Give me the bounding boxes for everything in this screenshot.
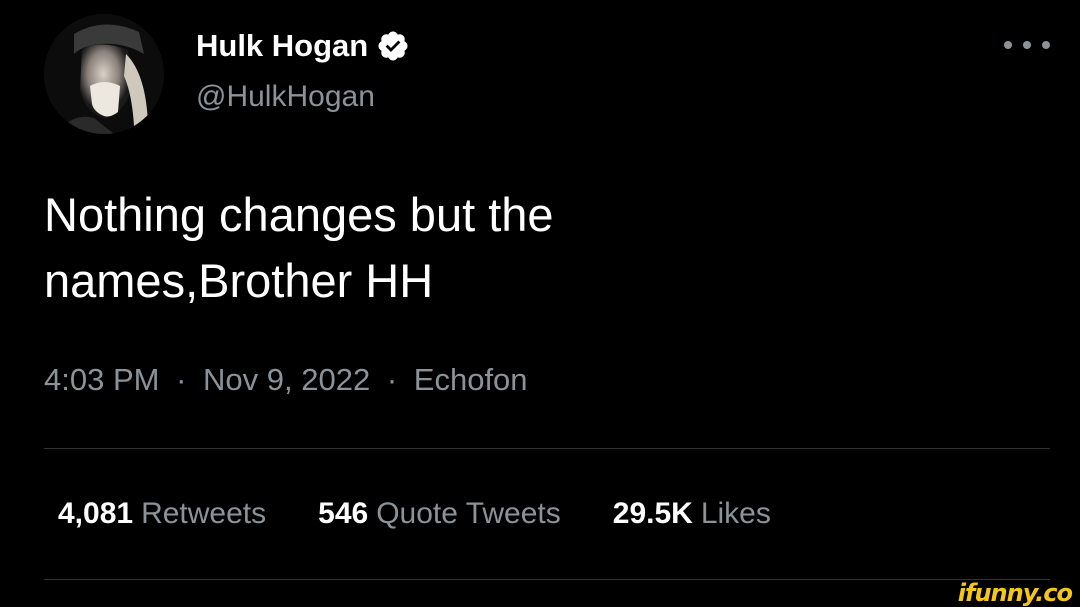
more-dot [1023, 41, 1031, 49]
separator: · [176, 362, 187, 397]
divider [44, 579, 1050, 580]
author-display-name[interactable]: Hulk Hogan [196, 28, 368, 64]
more-dot [1042, 41, 1050, 49]
author-display-name-row[interactable]: Hulk Hogan [196, 28, 410, 64]
likes-label: Likes [700, 497, 771, 530]
quote-tweets-label: Quote Tweets [376, 497, 561, 530]
separator: · [386, 362, 398, 397]
divider [44, 448, 1050, 449]
tweet-date[interactable]: Nov 9, 2022 [203, 362, 370, 397]
more-dot [1004, 41, 1012, 49]
engagement-stats: 4,081 Retweets 546 Quote Tweets 29.5K Likes [58, 494, 823, 534]
tweet-metadata: 4:03 PM · Nov 9, 2022 · Echofon [44, 360, 528, 400]
likes-stat[interactable]: 29.5K Likes [613, 494, 771, 534]
retweets-count: 4,081 [58, 497, 134, 530]
avatar-photo-icon [44, 14, 164, 134]
more-options-icon[interactable] [1004, 30, 1050, 60]
verified-badge-icon [376, 29, 410, 63]
retweets-label: Retweets [141, 497, 267, 530]
tweet-card: Hulk Hogan @HulkHogan Nothing changes bu… [0, 0, 1080, 607]
watermark-logo: ifunny.co [957, 579, 1073, 607]
author-handle[interactable]: @HulkHogan [196, 79, 375, 115]
tweet-time[interactable]: 4:03 PM [44, 362, 159, 397]
likes-count: 29.5K [612, 497, 693, 530]
avatar[interactable] [44, 14, 164, 134]
retweets-stat[interactable]: 4,081 Retweets [58, 494, 266, 534]
quote-tweets-count: 546 [318, 497, 369, 530]
tweet-text: Nothing changes but the names,Brother HH [44, 188, 554, 307]
tweet-source[interactable]: Echofon [414, 362, 528, 397]
quote-tweets-stat[interactable]: 546 Quote Tweets [318, 494, 561, 534]
